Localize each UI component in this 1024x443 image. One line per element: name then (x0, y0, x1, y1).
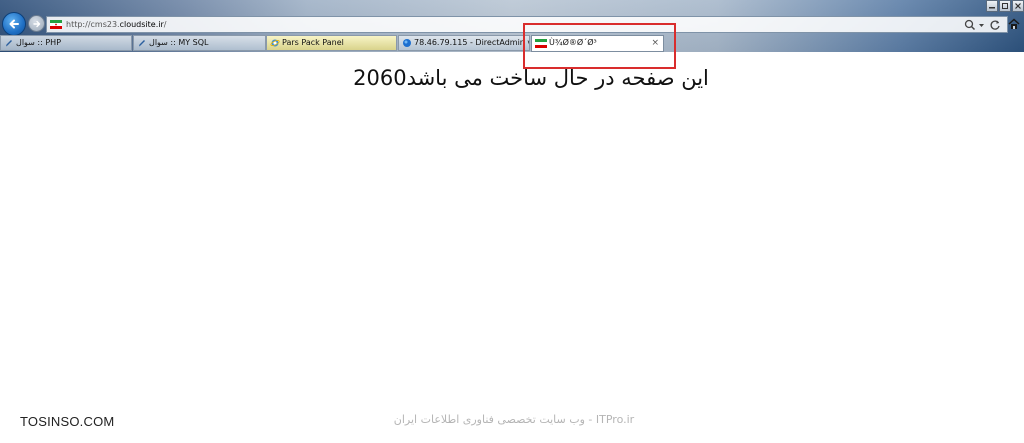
forward-arrow-icon (32, 20, 40, 27)
page-title: این صفحه در حال ساخت می باشد2060 (353, 66, 709, 90)
tab-label: 78.46.79.115 - DirectAdmin v1.... (414, 38, 529, 47)
watermark-itpro: ITPro.ir - وب سایت تخصصی فناوری اطلاعات … (393, 413, 635, 426)
url-text[interactable]: http://cms23.cloudsite.ir/ (66, 18, 166, 31)
forward-button[interactable] (28, 15, 45, 32)
chevron-down-icon[interactable] (977, 18, 986, 32)
tab-php[interactable]: سوال :: PHP (0, 35, 132, 51)
minimize-icon (989, 7, 995, 9)
tab-label: سوال :: MY SQL (149, 38, 209, 47)
ie-icon (270, 39, 280, 47)
maximize-icon (1002, 3, 1008, 9)
tab-active[interactable]: Ù¾Ø®Ø´Ø³ × (531, 35, 664, 52)
tab-label: Ù¾Ø®Ø´Ø³ (549, 38, 597, 47)
home-icon[interactable] (1007, 17, 1021, 31)
maximize-button[interactable] (999, 0, 1011, 12)
iran-flag-icon (535, 39, 547, 48)
tab-directadmin[interactable]: 78.46.79.115 - DirectAdmin v1.... (398, 35, 530, 51)
close-icon (1015, 3, 1021, 9)
iran-flag-icon (50, 20, 62, 29)
watermark-tosinso: TOSINSO.COM (20, 414, 115, 429)
tab-close-button[interactable]: × (651, 36, 659, 50)
pen-icon (6, 40, 12, 47)
tab-strip: سوال :: PHP سوال :: MY SQL Pars Pack Pan… (0, 35, 1024, 52)
tab-label: Pars Pack Panel (282, 38, 344, 47)
window-controls (985, 0, 1024, 12)
back-button[interactable] (2, 12, 26, 36)
search-icon[interactable] (963, 18, 977, 32)
tab-pars-pack-panel[interactable]: Pars Pack Panel (266, 35, 397, 51)
address-bar[interactable]: http://cms23.cloudsite.ir/ (46, 16, 1008, 33)
refresh-icon[interactable] (988, 18, 1002, 32)
tab-mysql[interactable]: سوال :: MY SQL (133, 35, 266, 51)
globe-icon (403, 39, 411, 47)
tab-label: سوال :: PHP (16, 38, 62, 47)
pen-icon (139, 40, 145, 47)
close-window-button[interactable] (1012, 0, 1024, 12)
back-arrow-icon (9, 19, 19, 29)
minimize-button[interactable] (986, 0, 998, 12)
browser-chrome: http://cms23.cloudsite.ir/ سوال :: PHP س… (0, 0, 1024, 52)
